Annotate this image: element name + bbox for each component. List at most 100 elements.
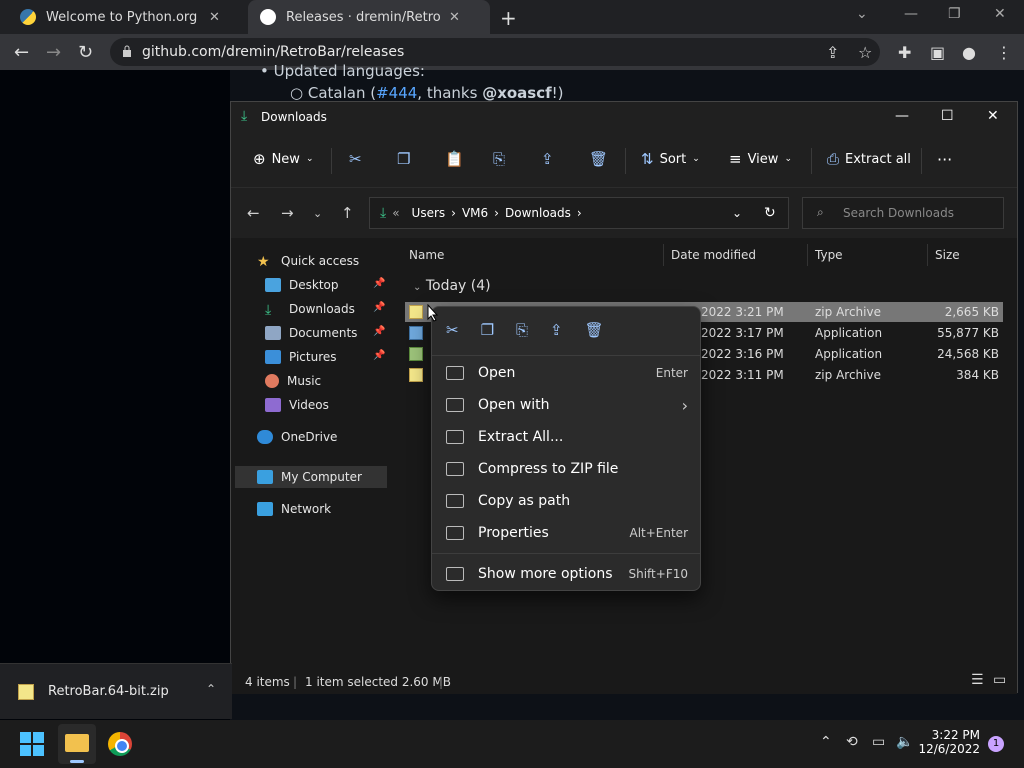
refresh-icon[interactable]: ↻ [764,205,776,221]
chevron-down-icon[interactable]: ⌄ [856,6,868,22]
chevron-up-icon[interactable]: ⌃ [820,734,832,750]
menu-item-shortcut: Enter [655,366,688,380]
path-users[interactable]: Users [412,206,446,220]
path-downloads[interactable]: Downloads [505,206,571,220]
sidebar-item-pictures[interactable]: Pictures [265,346,337,368]
address-bar-row: ← → ↻ github.com/dremin/RetroBar/release… [0,34,1024,70]
sidebar-label: Videos [289,398,329,412]
close-icon[interactable]: ✕ [449,10,460,25]
page-left-pane [0,70,230,720]
menu-item-open[interactable]: Open Enter [442,358,692,388]
group-header[interactable]: ⌄ Today (4) [413,278,491,294]
pin-icon[interactable]: 📌 [373,278,385,289]
menu-item-compress-zip[interactable]: Compress to ZIP file [442,454,692,484]
release-note-heading: • Updated languages: [260,62,425,80]
sidebar-item-onedrive[interactable]: OneDrive [257,426,337,448]
context-menu: ✂ ❐ ⎘ ⇪ 🗑 Open Enter Open with › Extract A… [431,306,701,591]
rename-icon[interactable]: ⎘ [493,150,511,168]
issue-link[interactable]: #444 [376,84,417,102]
copy-icon[interactable]: ❐ [397,150,416,168]
divider [927,244,928,266]
sidebar-item-videos[interactable]: Videos [265,394,329,416]
recent-locations-button[interactable]: ⌄ [313,207,322,220]
tab-python[interactable]: Welcome to Python.org ✕ [8,0,244,34]
forward-button[interactable]: → [46,42,61,63]
minimize-button[interactable]: — [895,108,909,124]
back-button[interactable]: ← [247,204,260,222]
tab-github[interactable]: Releases · dremin/RetroBar · GitH ✕ [248,0,490,34]
user-link[interactable]: @xoascf [482,84,551,102]
menu-item-extract-all[interactable]: Extract All... [442,422,692,452]
notification-badge[interactable]: 1 [988,736,1004,752]
close-window-button[interactable]: ✕ [987,108,999,124]
rename-icon[interactable]: ⎘ [516,321,528,339]
new-button[interactable]: ⊕ New ⌄ [253,150,313,168]
menu-item-copy-path[interactable]: Copy as path [442,486,692,516]
start-button[interactable] [20,732,44,756]
close-window-button[interactable]: ✕ [994,6,1006,22]
minimize-button[interactable]: — [904,6,918,22]
path-overflow[interactable]: « [392,206,399,220]
sidebar-item-documents[interactable]: Documents [265,322,357,344]
reload-button[interactable]: ↻ [78,42,93,63]
taskbar-chrome[interactable] [108,732,132,756]
column-header-type[interactable]: Type [815,248,843,262]
pin-icon[interactable]: 📌 [373,350,385,361]
pin-icon[interactable]: 📌 [373,302,385,313]
address-path[interactable]: ⤓ « Users › VM6 › Downloads › ⌄ ↻ [369,197,789,229]
share-icon[interactable]: ⇪ [550,321,563,339]
column-header-date[interactable]: Date modified [671,248,756,262]
menu-item-open-with[interactable]: Open with › [442,390,692,420]
download-item[interactable]: RetroBar.64-bit.zip [48,684,169,699]
explorer-toolbar: ⊕ New ⌄ ✂ ❐ 📋 ⎘ ⇪ 🗑 ⇅ Sort ⌄ ≡ View ⌄ ⎙ Extract… [231,132,1017,188]
tiles-view-icon[interactable]: ▭ [993,672,1006,688]
clock[interactable]: 3:22 PM 12/6/2022 [910,728,980,756]
delete-icon[interactable]: 🗑 [585,321,604,339]
view-button[interactable]: ≡ View ⌄ [729,150,792,168]
url-field[interactable]: github.com/dremin/RetroBar/releases [110,38,880,66]
menu-item-label: Open [478,365,516,381]
pin-icon[interactable]: 📌 [373,326,385,337]
update-icon[interactable]: ⟲ [846,734,858,750]
sidebar-item-my-computer[interactable]: My Computer [257,466,362,488]
sort-button[interactable]: ⇅ Sort ⌄ [641,150,700,168]
chevron-down-icon[interactable]: ⌄ [732,206,742,220]
extract-all-button[interactable]: ⎙ Extract all [827,150,911,168]
column-header-name[interactable]: Name [409,248,444,262]
restore-button[interactable]: ❐ [948,6,961,22]
sidebar-item-quick-access[interactable]: ★ Quick access [257,250,359,272]
share-icon[interactable]: ⇪ [826,43,839,62]
close-icon[interactable]: ✕ [209,10,220,25]
sidebar-item-network[interactable]: Network [257,498,331,520]
chevron-up-icon[interactable]: ⌃ [206,682,216,696]
paste-icon[interactable]: 📋 [445,150,470,168]
details-view-icon[interactable]: ☰ [971,672,984,688]
sidepanel-icon[interactable]: ▣ [930,43,945,62]
extensions-icon[interactable]: ✚ [898,43,911,62]
sidebar-item-desktop[interactable]: Desktop [265,274,339,296]
menu-item-show-more[interactable]: Show more options Shift+F10 [442,559,692,589]
up-button[interactable]: ↑ [341,204,354,222]
new-tab-button[interactable]: + [500,6,517,30]
delete-icon[interactable]: 🗑 [589,150,614,168]
maximize-button[interactable]: ☐ [941,108,954,124]
profile-icon[interactable]: ● [962,43,976,62]
cut-icon[interactable]: ✂ [349,150,368,168]
network-icon[interactable]: ▭ [872,734,885,750]
copy-icon[interactable]: ❐ [481,321,494,339]
menu-item-properties[interactable]: Properties Alt+Enter [442,518,692,548]
path-vm6[interactable]: VM6 [462,206,488,220]
back-button[interactable]: ← [14,42,29,63]
column-header-size[interactable]: Size [935,248,960,262]
menu-icon[interactable]: ⋮ [996,43,1012,62]
sidebar-item-music[interactable]: Music [265,370,321,392]
cut-icon[interactable]: ✂ [446,321,459,339]
forward-button[interactable]: → [281,204,294,222]
more-options-button[interactable]: ··· [937,150,952,169]
star-icon[interactable]: ☆ [858,43,872,62]
sidebar-item-downloads[interactable]: ⤓ Downloads [265,298,355,320]
search-input[interactable]: ⌕ Search Downloads [802,197,1004,229]
taskbar-file-explorer[interactable] [58,724,96,764]
share-icon[interactable]: ⇪ [541,150,560,168]
menu-item-label: Copy as path [478,493,571,509]
